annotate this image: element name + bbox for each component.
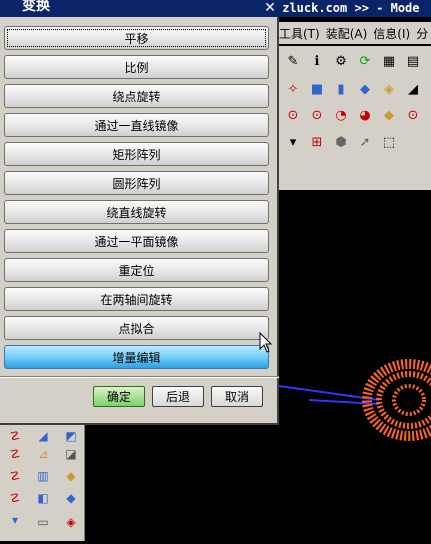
chamfer-icon[interactable]: ◆: [379, 106, 399, 124]
block-icon[interactable]: ■: [307, 80, 327, 98]
cylinder-icon[interactable]: ▮: [331, 80, 351, 98]
trim-icon[interactable]: ◪: [62, 447, 80, 463]
toolbar-row-3: ⊙ ⊙ ◔ ◕ ◆ ⊙: [279, 102, 431, 128]
table-icon[interactable]: ▦: [379, 52, 399, 70]
offset-icon[interactable]: ⊿: [34, 447, 52, 463]
dialog-title-bar[interactable]: 变换 ✕: [0, 0, 279, 17]
dialog-title: 变换: [22, 0, 50, 14]
extrude-icon[interactable]: ▥: [34, 469, 52, 485]
point-icon[interactable]: ⊙: [283, 106, 303, 124]
arc-icon[interactable]: ◔: [331, 106, 351, 124]
info-icon[interactable]: ℹ: [307, 52, 327, 70]
hole-icon[interactable]: ⊙: [403, 106, 423, 124]
option-rotate-point-button[interactable]: 绕点旋转: [4, 84, 269, 108]
option-incremental-edit-button[interactable]: 增量编辑: [4, 345, 269, 369]
arrow-icon[interactable]: ➚: [355, 133, 375, 151]
app-title: zluck.com >> - Mode: [282, 1, 420, 15]
toolbar-row-4: ▾ ⊞ ⬢ ➚ ⬚: [279, 128, 431, 156]
spline-icon[interactable]: ☡: [6, 447, 24, 463]
toolbar-row-5: [279, 156, 431, 190]
fillet-icon[interactable]: ◕: [355, 106, 375, 124]
mouse-cursor-icon: [259, 332, 273, 353]
select-box-icon[interactable]: ⬚: [379, 133, 399, 151]
sew-icon[interactable]: ◆: [62, 469, 80, 485]
graphics-window[interactable]: [278, 190, 431, 541]
option-mirror-line-button[interactable]: 通过一直线镜像: [4, 113, 269, 137]
left-toolbar: ☡ ◢ ◩ ☡ ⊿ ◪ ☡ ▥ ◆ ☡ ◧ ◆ ▾ ▭ ◈: [0, 425, 85, 541]
thicken-icon[interactable]: ◈: [62, 515, 80, 531]
grid-icon[interactable]: ▭: [34, 515, 52, 531]
menu-bar: 工具(T) 装配(A) 信息(I) 分: [279, 22, 431, 44]
bridge-icon[interactable]: ☡: [6, 491, 24, 507]
blend-icon[interactable]: ◢: [34, 429, 52, 445]
option-translate-button[interactable]: 平移: [4, 26, 269, 50]
cancel-button[interactable]: 取消: [211, 386, 263, 407]
toolbar-row-2: ✧ ■ ▮ ◆ ◈ ◢: [279, 76, 431, 102]
circle-icon[interactable]: ⊙: [307, 106, 327, 124]
option-reposition-button[interactable]: 重定位: [4, 258, 269, 282]
back-button[interactable]: 后退: [152, 386, 204, 407]
solid-icon[interactable]: ⬢: [331, 133, 351, 151]
divider: [0, 376, 279, 378]
helix-icon[interactable]: ☡: [6, 469, 24, 485]
cone-icon[interactable]: ◈: [379, 80, 399, 98]
menu-tools[interactable]: 工具(T): [279, 25, 326, 42]
option-circular-array-button[interactable]: 圆形阵列: [4, 171, 269, 195]
transform-dialog: 变换 ✕ 平移 比例 绕点旋转 通过一直线镜像 矩形阵列 圆形阵列 绕直线旋转 …: [0, 0, 279, 425]
toolbar-row-1: ✎ ℹ ⚙ ⟳ ▦ ▤: [279, 46, 431, 76]
option-rect-array-button[interactable]: 矩形阵列: [4, 142, 269, 166]
close-icon[interactable]: ✕: [262, 0, 278, 17]
option-rotate-line-button[interactable]: 绕直线旋转: [4, 200, 269, 224]
box-icon[interactable]: ◆: [355, 80, 375, 98]
curve-icon[interactable]: ☡: [6, 429, 24, 445]
face-icon[interactable]: ◩: [62, 429, 80, 445]
ok-button[interactable]: 确定: [93, 386, 145, 407]
option-mirror-plane-button[interactable]: 通过一平面镜像: [4, 229, 269, 253]
tool-icon[interactable]: ⚙: [331, 52, 351, 70]
project-icon[interactable]: ▾: [6, 513, 24, 529]
model-view: [278, 359, 431, 441]
menu-analysis[interactable]: 分: [416, 25, 431, 42]
snap-icon[interactable]: ⊞: [307, 133, 327, 151]
menu-info[interactable]: 信息(I): [373, 25, 416, 42]
shape-icon[interactable]: ◢: [403, 80, 423, 98]
sketch-icon[interactable]: ✧: [283, 80, 303, 98]
sheet-icon[interactable]: ▤: [403, 52, 423, 70]
refresh-icon[interactable]: ⟳: [355, 52, 375, 70]
option-rotate-axes-button[interactable]: 在两轴间旋转: [4, 287, 269, 311]
option-scale-button[interactable]: 比例: [4, 55, 269, 79]
sweep-icon[interactable]: ◧: [34, 491, 52, 507]
menu-assembly[interactable]: 装配(A): [326, 25, 374, 42]
app-title-bar: ✕ zluck.com >> - Mode: [261, 0, 431, 17]
patch-icon[interactable]: ◆: [62, 491, 80, 507]
pen-icon[interactable]: ✎: [283, 52, 303, 70]
dropdown-icon[interactable]: ▾: [283, 133, 303, 151]
option-point-fit-button[interactable]: 点拟合: [4, 316, 269, 340]
